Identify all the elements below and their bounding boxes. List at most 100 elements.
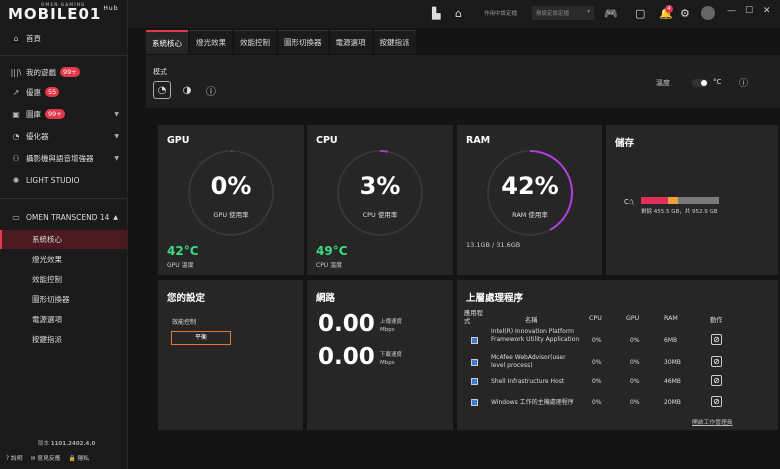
sidebar-item-label: 圖庫 xyxy=(26,109,41,119)
temperature-unit-toggle[interactable] xyxy=(692,79,708,87)
tab-power[interactable]: 電源選項 xyxy=(329,30,372,54)
avatar[interactable] xyxy=(701,6,715,20)
perf-label: 效能控制 xyxy=(172,319,197,326)
sidebar-item-gallery[interactable]: ▣ 圖庫 99+ ▼ xyxy=(0,104,127,124)
header-app: 應用程式 xyxy=(464,310,483,325)
header-action: 動作 xyxy=(710,317,723,324)
mode-info-button[interactable]: ⓘ xyxy=(202,81,220,99)
tab-label: 電源選項 xyxy=(335,38,366,47)
version-info: 版本 1101.2402.4.0 xyxy=(38,439,95,447)
network-gauge-icon: ◑ xyxy=(182,84,192,96)
end-process-button[interactable]: ⊘ xyxy=(711,396,722,407)
header-ram: RAM xyxy=(664,315,678,322)
sidebar-item-label: LIGHT STUDIO xyxy=(26,175,80,185)
mode-network-button[interactable]: ◑ xyxy=(178,81,196,99)
ram-usage-label: RAM 使用率 xyxy=(512,211,548,219)
chevron-down-icon[interactable]: ▼ xyxy=(114,133,119,140)
logo-small-text: OMEN GAMING xyxy=(41,2,86,7)
end-process-button[interactable]: ⊘ xyxy=(711,334,722,345)
lock-icon: 🔒 xyxy=(68,456,76,462)
minimize-icon[interactable]: — xyxy=(727,6,736,16)
tab-performance[interactable]: 效能控制 xyxy=(234,30,276,54)
gpu-temp-value: 42°C xyxy=(167,244,199,258)
tab-system-core[interactable]: 系統核心 xyxy=(146,30,188,54)
subnav-lighting[interactable]: 燈光效果 xyxy=(0,250,127,269)
cpu-usage-label: CPU 使用率 xyxy=(362,211,398,219)
app-logo[interactable]: OMEN GAMING MOBILE01 Hub xyxy=(8,2,119,23)
sidebar-item-camera[interactable]: ⚇ 攝影機與語音增強器 ▼ xyxy=(0,148,127,168)
chevron-up-icon[interactable]: ▲ xyxy=(113,214,118,221)
optimizer-icon: ◔ xyxy=(12,131,20,141)
download-label: 下載速度 Mbps xyxy=(380,351,402,367)
open-task-manager-link[interactable]: 開啟工作管理員 xyxy=(692,417,733,426)
sidebar-item-home[interactable]: ⌂ 首頁 xyxy=(0,28,127,48)
upload-unit: Mbps xyxy=(380,327,395,333)
feedback-link[interactable]: ✉ 意見反應 xyxy=(31,453,61,462)
tab-graphics-switcher[interactable]: 圖形切換器 xyxy=(278,30,328,54)
widget-icon[interactable]: ▙ xyxy=(432,7,440,20)
ram-detail: 13.1GB / 31.6GB xyxy=(466,241,521,249)
mode-bar xyxy=(146,55,780,108)
upload-label-text: 上傳速度 xyxy=(380,319,403,325)
sidebar-item-light-studio[interactable]: ✺ LIGHT STUDIO xyxy=(0,170,127,190)
block-icon: ⊘ xyxy=(713,397,720,406)
home-icon[interactable]: ⌂ xyxy=(455,7,462,20)
block-icon: ⊘ xyxy=(713,335,720,344)
info-icon[interactable]: ⓘ xyxy=(739,76,748,89)
profile-select[interactable]: 無設定設定檔 ▾ xyxy=(532,6,594,20)
sidebar-item-deals[interactable]: ↗ 優惠 55 xyxy=(0,82,127,102)
help-link[interactable]: ? 說明 xyxy=(6,453,23,462)
chevron-down-icon[interactable]: ▼ xyxy=(114,155,119,162)
sidebar-device[interactable]: ▭ OMEN TRANSCEND 14 ▲ xyxy=(0,207,127,227)
sidebar-item-optimizer[interactable]: ◔ 優化器 ▼ xyxy=(0,126,127,146)
mode-label: 模式 xyxy=(153,68,167,76)
process-cpu: 0% xyxy=(592,378,602,385)
home-icon: ⌂ xyxy=(13,33,19,43)
divider xyxy=(0,198,127,199)
perf-mode-button[interactable]: 平衡 xyxy=(171,331,231,345)
settings-card: 您的設定 效能控制 平衡 xyxy=(158,280,303,430)
process-ram: 6MB xyxy=(664,337,678,344)
process-cpu: 0% xyxy=(592,337,602,344)
drive-label: C:\ xyxy=(624,198,634,206)
network-card: 網路 0.00 上傳速度 Mbps 0.00 下載速度 Mbps xyxy=(307,280,453,430)
temperature-label: 溫度 xyxy=(656,79,670,87)
subnav-graphics-switcher[interactable]: 圖形切換器 xyxy=(0,290,127,309)
process-gpu: 0% xyxy=(630,359,640,366)
subnav-performance[interactable]: 效能控制 xyxy=(0,270,127,289)
tab-lighting[interactable]: 燈光效果 xyxy=(190,30,232,54)
subnav-label: 圖形切換器 xyxy=(32,295,70,304)
chat-icon[interactable]: ▢ xyxy=(635,7,645,20)
privacy-label: 隱私 xyxy=(77,456,90,462)
close-icon[interactable]: ✕ xyxy=(763,6,771,16)
mode-dashboard-button[interactable]: ◔ xyxy=(153,81,171,99)
subnav-key-assign[interactable]: 按鍵指派 xyxy=(0,330,127,349)
privacy-link[interactable]: 🔒 隱私 xyxy=(68,453,89,462)
download-value: 0.00 xyxy=(318,344,375,370)
process-ram: 30MB xyxy=(664,359,681,366)
block-icon: ⊘ xyxy=(713,357,720,366)
subnav-system-core[interactable]: 系統核心 xyxy=(0,230,127,249)
logo-text: MOBILE01 xyxy=(8,5,102,23)
storage-used-segment xyxy=(641,197,668,204)
temperature-unit: °C xyxy=(713,78,722,86)
process-gpu: 0% xyxy=(630,337,640,344)
info-icon: ⓘ xyxy=(206,86,216,98)
subnav-power[interactable]: 電源選項 xyxy=(0,310,127,329)
gear-icon[interactable]: ⚙ xyxy=(680,7,690,20)
subnav-label: 效能控制 xyxy=(32,275,62,284)
maximize-icon[interactable]: ☐ xyxy=(745,6,753,16)
sidebar-item-label: 我的遊戲 xyxy=(26,67,56,77)
device-label: OMEN TRANSCEND 14 xyxy=(26,212,110,222)
count-badge: 99+ xyxy=(45,109,65,119)
card-title: 儲存 xyxy=(615,138,635,149)
subnav-label: 按鍵指派 xyxy=(32,335,62,344)
cpu-usage-value: 3% xyxy=(359,172,401,200)
controller-icon[interactable]: 🎮 xyxy=(604,7,618,20)
sidebar-item-games[interactable]: |||\ 我的遊戲 99+ xyxy=(0,62,127,82)
end-process-button[interactable]: ⊘ xyxy=(711,356,722,367)
end-process-button[interactable]: ⊘ xyxy=(711,375,722,386)
tab-key-assign[interactable]: 按鍵指派 xyxy=(373,30,416,54)
chevron-down-icon[interactable]: ▼ xyxy=(114,111,119,118)
tab-label: 系統核心 xyxy=(152,38,182,48)
